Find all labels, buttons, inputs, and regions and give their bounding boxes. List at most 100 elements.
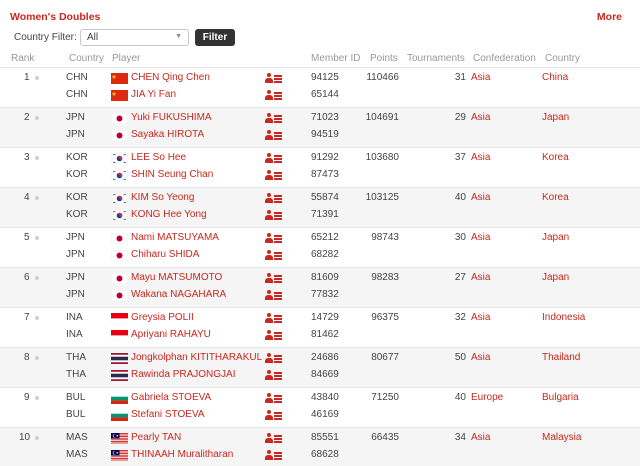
player-profile-icon[interactable] — [265, 450, 283, 461]
player-name-link[interactable]: Mayu MATSUMOTO — [131, 272, 222, 284]
country-code: MAS — [66, 449, 88, 460]
player-profile-icon[interactable] — [265, 410, 283, 421]
player-profile-icon[interactable] — [265, 313, 283, 324]
ranking-row: 7 INA Greysia POLII 14729 INA Apriyani RAHAYU… — [0, 307, 640, 347]
player-name-link[interactable]: Nami MATSUYAMA — [131, 232, 219, 244]
ranking-row: 5 JPN Nami MATSUYAMA 65212 JPN Chiharu SHIDA 6… — [0, 227, 640, 267]
country-name-link[interactable]: Malaysia — [542, 432, 581, 444]
row-divider — [0, 107, 640, 108]
player-name-link[interactable]: SHIN Seung Chan — [131, 169, 213, 181]
column-header-confederation: Confederation — [473, 53, 536, 64]
player-profile-icon[interactable] — [265, 433, 283, 444]
points-value: 66435 — [371, 432, 399, 443]
country-code: MAS — [66, 432, 88, 443]
row-divider — [0, 67, 640, 68]
tournaments-count: 40 — [454, 392, 466, 403]
player-profile-icon[interactable] — [265, 330, 283, 341]
player-profile-icon[interactable] — [265, 153, 283, 164]
member-id: 46169 — [311, 409, 339, 420]
player-profile-icon[interactable] — [265, 193, 283, 204]
country-name-link[interactable]: Bulgaria — [542, 392, 579, 404]
ranking-row: 10 MAS Pearly TAN 85551 MAS THINAAH Muralitha… — [0, 427, 640, 466]
confederation-link[interactable]: Asia — [471, 72, 490, 84]
player-profile-icon[interactable] — [265, 90, 283, 101]
rank-value: 7 — [24, 312, 30, 323]
member-id: 71391 — [311, 209, 339, 220]
player-profile-icon[interactable] — [265, 250, 283, 261]
confederation-link[interactable]: Asia — [471, 192, 490, 204]
country-name-link[interactable]: Korea — [542, 152, 569, 164]
confederation-link[interactable]: Asia — [471, 312, 490, 324]
player-name-link[interactable]: Sayaka HIROTA — [131, 129, 204, 141]
country-name-link[interactable]: Korea — [542, 192, 569, 204]
column-header-player: Player — [112, 53, 141, 64]
player-profile-icon[interactable] — [265, 73, 283, 84]
ranking-row: 3 KOR LEE So Hee 91292 KOR SHIN Seung Chan 874… — [0, 147, 640, 187]
country-name-link[interactable]: Thailand — [542, 352, 580, 364]
country-code: JPN — [66, 232, 85, 243]
player-name-link[interactable]: KONG Hee Yong — [131, 209, 207, 221]
country-name-link[interactable]: Indonesia — [542, 312, 585, 324]
confederation-link[interactable]: Europe — [471, 392, 503, 404]
player-profile-icon[interactable] — [265, 290, 283, 301]
rank-change-indicator — [35, 236, 39, 240]
tournaments-count: 34 — [454, 432, 466, 443]
thailand-flag-icon — [111, 370, 128, 381]
player-name-link[interactable]: Chiharu SHIDA — [131, 249, 199, 261]
section-header: Women's Doubles More — [10, 10, 622, 26]
player-profile-icon[interactable] — [265, 233, 283, 244]
player-name-link[interactable]: Yuki FUKUSHIMA — [131, 112, 212, 124]
china-flag-icon — [111, 73, 128, 84]
confederation-link[interactable]: Asia — [471, 112, 490, 124]
player-name-link[interactable]: THINAAH Muralitharan — [131, 449, 233, 461]
confederation-link[interactable]: Asia — [471, 432, 490, 444]
player-name-link[interactable]: CHEN Qing Chen — [131, 72, 210, 84]
tournaments-count: 40 — [454, 192, 466, 203]
player-profile-icon[interactable] — [265, 273, 283, 284]
japan-flag-icon — [111, 250, 128, 261]
member-id: 71023 — [311, 112, 339, 123]
confederation-link[interactable]: Asia — [471, 352, 490, 364]
player-profile-icon[interactable] — [265, 170, 283, 181]
player-profile-icon[interactable] — [265, 353, 283, 364]
confederation-link[interactable]: Asia — [471, 232, 490, 244]
country-name-link[interactable]: Japan — [542, 112, 569, 124]
country-code: JPN — [66, 272, 85, 283]
confederation-link[interactable]: Asia — [471, 272, 490, 284]
player-profile-icon[interactable] — [265, 393, 283, 404]
player-name-link[interactable]: Gabriela STOEVA — [131, 392, 211, 404]
player-name-link[interactable]: Rawinda PRAJONGJAI — [131, 369, 235, 381]
country-filter-select[interactable]: All ▼ — [80, 29, 189, 46]
country-code: BUL — [66, 409, 86, 420]
member-id: 87473 — [311, 169, 339, 180]
member-id: 43840 — [311, 392, 339, 403]
player-profile-icon[interactable] — [265, 370, 283, 381]
tournaments-count: 32 — [454, 312, 466, 323]
rank-value: 5 — [24, 232, 30, 243]
player-name-link[interactable]: Stefani STOEVA — [131, 409, 205, 421]
player-name-link[interactable]: JIA Yi Fan — [131, 89, 176, 101]
country-name-link[interactable]: Japan — [542, 232, 569, 244]
player-name-link[interactable]: Jongkolphan KITITHARAKUL — [131, 352, 262, 364]
player-name-link[interactable]: Wakana NAGAHARA — [131, 289, 226, 301]
country-name-link[interactable]: China — [542, 72, 568, 84]
more-link[interactable]: More — [597, 11, 622, 23]
filter-button[interactable]: Filter — [195, 29, 235, 46]
points-value: 110466 — [366, 72, 399, 83]
player-profile-icon[interactable] — [265, 113, 283, 124]
player-name-link[interactable]: LEE So Hee — [131, 152, 186, 164]
malaysia-flag-icon — [111, 433, 128, 444]
player-profile-icon[interactable] — [265, 130, 283, 141]
member-id: 77832 — [311, 289, 339, 300]
player-name-link[interactable]: Apriyani RAHAYU — [131, 329, 211, 341]
column-header-country: Country — [69, 53, 105, 64]
confederation-link[interactable]: Asia — [471, 152, 490, 164]
player-name-link[interactable]: Greysia POLII — [131, 312, 194, 324]
player-name-link[interactable]: KIM So Yeong — [131, 192, 194, 204]
rank-change-indicator — [35, 436, 39, 440]
country-name-link[interactable]: Japan — [542, 272, 569, 284]
player-name-link[interactable]: Pearly TAN — [131, 432, 181, 444]
player-profile-icon[interactable] — [265, 210, 283, 221]
row-divider — [0, 427, 640, 428]
row-divider — [0, 347, 640, 348]
